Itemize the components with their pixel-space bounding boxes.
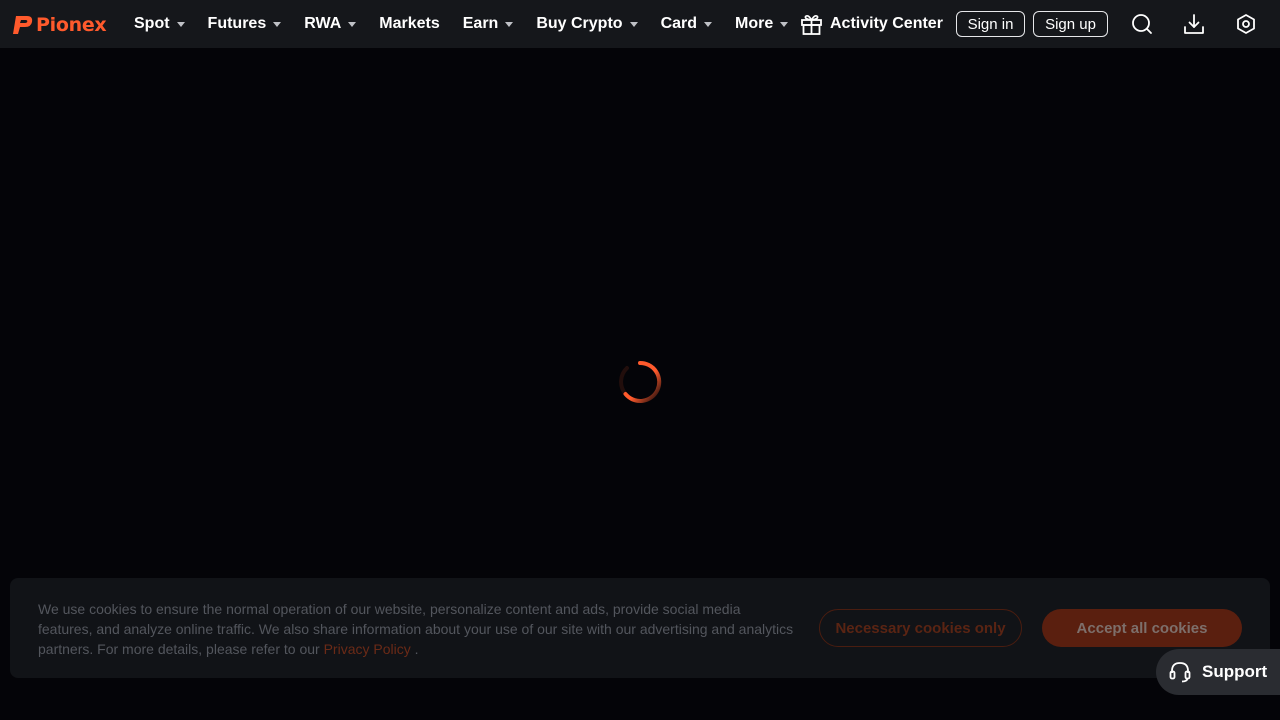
logo-text: Pionex	[36, 14, 107, 36]
cookie-text-end: .	[414, 641, 419, 657]
activity-center-label: Activity Center	[830, 15, 943, 32]
caret-down-icon	[348, 21, 357, 27]
nav-item-more[interactable]: More	[735, 0, 789, 48]
nav-item-card[interactable]: Card	[660, 0, 713, 48]
top-navbar: Pionex Spot Futures RWA Markets Earn Buy…	[0, 0, 1280, 48]
pionex-logo[interactable]: Pionex	[12, 13, 107, 37]
settings-icon	[1237, 14, 1255, 34]
nav-item-label: Markets	[379, 15, 440, 32]
caret-down-icon	[629, 21, 638, 27]
nav-item-label: Buy Crypto	[536, 15, 623, 32]
main-nav: Spot Futures RWA Markets Earn Buy Crypto…	[134, 0, 811, 48]
caret-down-icon	[780, 21, 789, 27]
download-button[interactable]	[1182, 12, 1206, 36]
sign-in-button[interactable]: Sign in	[956, 11, 1025, 37]
nav-item-label: Earn	[462, 15, 499, 32]
caret-down-icon	[704, 21, 713, 27]
nav-item-label: Spot	[134, 15, 170, 32]
nav-item-spot[interactable]: Spot	[134, 0, 185, 48]
necessary-cookies-button[interactable]: Necessary cookies only	[819, 609, 1022, 647]
headset-icon	[1169, 662, 1191, 683]
gift-icon	[801, 14, 822, 35]
nav-item-markets[interactable]: Markets	[379, 0, 439, 48]
search-button[interactable]	[1130, 12, 1154, 36]
nav-item-label: More	[735, 15, 774, 32]
pionex-logo-mark-icon	[13, 16, 33, 34]
nav-item-rwa[interactable]: RWA	[304, 0, 357, 48]
nav-item-futures[interactable]: Futures	[208, 0, 282, 48]
support-label: Support	[1202, 662, 1268, 681]
cookie-text: We use cookies to ensure the normal oper…	[38, 599, 798, 659]
nav-item-buy-crypto[interactable]: Buy Crypto	[536, 0, 638, 48]
sign-up-button[interactable]: Sign up	[1033, 11, 1108, 37]
nav-item-label: Card	[660, 15, 698, 32]
support-button[interactable]: Support	[1156, 649, 1280, 695]
caret-down-icon	[273, 21, 282, 27]
accept-all-cookies-button[interactable]: Accept all cookies	[1042, 609, 1242, 647]
caret-down-icon	[505, 21, 514, 27]
search-icon	[1132, 14, 1152, 34]
activity-center-link[interactable]: Activity Center	[800, 12, 943, 36]
nav-item-label: RWA	[304, 15, 342, 32]
nav-item-earn[interactable]: Earn	[463, 0, 514, 48]
privacy-policy-link[interactable]: Privacy Policy	[324, 641, 411, 657]
cookie-banner: We use cookies to ensure the normal oper…	[10, 578, 1270, 678]
download-icon	[1184, 14, 1204, 34]
nav-item-label: Futures	[207, 15, 267, 32]
caret-down-icon	[176, 21, 185, 27]
loading-spinner-icon	[619, 360, 662, 403]
settings-button[interactable]	[1234, 12, 1258, 36]
